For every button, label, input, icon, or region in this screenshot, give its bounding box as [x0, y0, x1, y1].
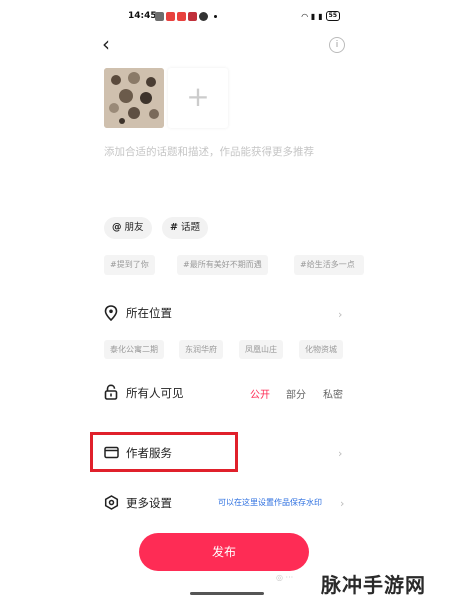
chip-label: 话题: [180, 222, 200, 233]
status-right: ◠ ▮ ▮ 55: [302, 11, 340, 21]
settings-hexagon-icon: [104, 495, 119, 514]
publish-screen: 14:45 ◠ ▮ ▮ 55 ‹ i + 添加合适的话题和描述，作品能获得更多推…: [90, 0, 364, 600]
location-suggestion[interactable]: 凤凰山庄: [239, 340, 283, 359]
annotation-highlight-box: [90, 432, 238, 472]
home-indicator: [190, 592, 264, 595]
topic-tag[interactable]: #提到了你: [104, 255, 155, 275]
topic-tag[interactable]: #最所有美好不期而遇: [177, 255, 268, 275]
app-notification-icon: [166, 12, 175, 21]
visibility-option-public[interactable]: 公开: [250, 386, 270, 401]
visibility-option-partial[interactable]: 部分: [286, 386, 306, 401]
watermark-logo: ◎ ···: [276, 573, 294, 582]
more-settings-hint: 可以在这里设置作品保存水印: [218, 498, 322, 507]
chip-label: 朋友: [124, 222, 144, 233]
wifi-icon: ◠: [301, 11, 308, 21]
hashtag-icon: #: [170, 222, 178, 233]
add-topic-chip[interactable]: # 话题: [162, 217, 208, 239]
notification-icons: [155, 12, 217, 21]
location-suggestion[interactable]: 化物资城: [299, 340, 343, 359]
mention-friend-chip[interactable]: @ 朋友: [104, 217, 152, 239]
signal-icon: ▮: [318, 11, 323, 21]
info-icon[interactable]: i: [329, 37, 345, 53]
description-input[interactable]: 添加合适的话题和描述，作品能获得更多推荐: [104, 144, 314, 159]
topic-tag[interactable]: #给生活多一点: [294, 255, 364, 275]
back-icon[interactable]: ‹: [102, 34, 110, 54]
publish-button[interactable]: 发布: [139, 533, 309, 571]
battery-icon: 55: [325, 11, 340, 21]
signal-icon: ▮: [310, 11, 316, 21]
location-suggestion[interactable]: 泰化公寓二期: [104, 340, 164, 359]
location-suggestion[interactable]: 东润华府: [179, 340, 223, 359]
visibility-option-private[interactable]: 私密: [323, 386, 343, 401]
app-notification-icon: [155, 12, 164, 21]
app-notification-icon: [177, 12, 186, 21]
chevron-right-icon: ›: [338, 447, 343, 460]
status-bar: 14:45 ◠ ▮ ▮ 55: [92, 9, 360, 27]
more-settings-label: 更多设置: [126, 496, 172, 510]
site-watermark: 脉冲手游网: [321, 573, 426, 597]
chevron-right-icon: ›: [340, 497, 345, 510]
app-notification-icon: [188, 12, 197, 21]
selected-media-thumbnail[interactable]: [104, 68, 164, 128]
wechat-icon: [199, 12, 208, 21]
add-media-button[interactable]: +: [168, 68, 228, 128]
status-time: 14:45: [128, 11, 157, 21]
location-label: 所在位置: [126, 306, 172, 320]
chevron-right-icon: ›: [338, 308, 343, 321]
more-notifications-dot: [214, 15, 217, 18]
at-icon: @: [112, 222, 122, 233]
visibility-label: 所有人可见: [126, 386, 184, 400]
location-pin-icon: [104, 305, 118, 325]
lock-icon: [104, 384, 118, 404]
